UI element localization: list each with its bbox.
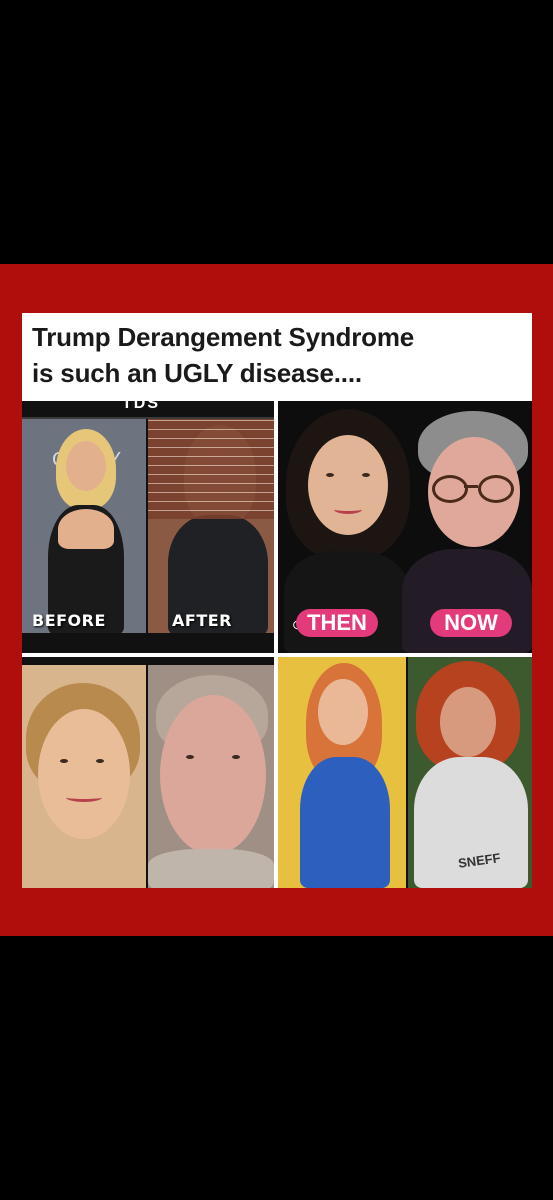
caption-strip [22, 657, 274, 665]
face [66, 441, 106, 491]
photo-divider [146, 419, 148, 635]
then-body [284, 551, 410, 653]
young-photo [22, 665, 146, 888]
face [160, 695, 266, 855]
now-body [402, 549, 532, 653]
headline-line-2: is such an UGLY disease.... [32, 358, 362, 388]
now-label: NOW [430, 609, 512, 637]
panel-then-now: ⊙ THEN NOW [278, 401, 532, 653]
smile [66, 793, 102, 802]
glasses-icon [432, 475, 468, 503]
street-photo: SNEFF [408, 657, 532, 888]
smile [334, 505, 362, 514]
after-label: AFTER [172, 611, 232, 630]
panel-bottom-right: SNEFF [278, 657, 532, 888]
glasses-bridge [464, 485, 478, 488]
grid-divider-vertical [274, 401, 278, 888]
old-photo [148, 665, 274, 888]
grid-divider-horizontal [22, 653, 532, 657]
face [318, 679, 368, 745]
redcarpet-photo [278, 657, 406, 888]
before-label: BEFORE [32, 611, 106, 630]
meme-image[interactable]: Trump Derangement Syndrome is such an UG… [22, 313, 532, 888]
eye [326, 473, 334, 477]
headline-line-1: Trump Derangement Syndrome [32, 322, 414, 352]
brick-wall [148, 419, 274, 519]
headline: Trump Derangement Syndrome is such an UG… [22, 313, 532, 401]
panel-bottom-left [22, 657, 274, 888]
eye [60, 759, 68, 763]
eye [232, 755, 240, 759]
eye [96, 759, 104, 763]
before-photo: G MY [22, 419, 146, 635]
face [38, 709, 130, 839]
then-face [308, 435, 388, 535]
eye [186, 755, 194, 759]
shoulders [58, 509, 114, 549]
shirt [148, 849, 274, 888]
face [440, 687, 496, 757]
then-label: THEN [296, 609, 378, 637]
top-strip: TDS [22, 401, 274, 417]
strip-text: TDS [122, 401, 160, 412]
eye [362, 473, 370, 477]
blue-dress [300, 757, 390, 888]
panel-before-after: G MY TDS BEFORE AFTER [22, 401, 274, 653]
bottom-strip [22, 633, 274, 653]
glasses-icon [478, 475, 514, 503]
